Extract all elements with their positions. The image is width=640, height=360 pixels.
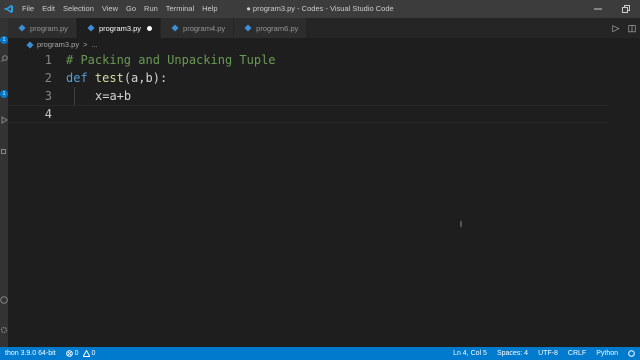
breadcrumb-file[interactable]: program3.py — [37, 40, 79, 49]
status-bar: thon 3.9.0 64-bit 0 0 Ln 4, Col 5 Spaces… — [0, 347, 640, 360]
warning-count: 0 — [91, 350, 96, 357]
problems-indicator[interactable]: 0 0 — [61, 347, 101, 360]
menu-selection[interactable]: Selection — [59, 0, 98, 18]
account-icon[interactable] — [0, 294, 8, 306]
code-editor[interactable]: 1 # Packing and Unpacking Tuple 2 def te… — [8, 51, 640, 347]
tab-program3-py[interactable]: program3.py — [76, 18, 162, 38]
settings-gear-icon[interactable] — [0, 324, 8, 336]
function-name-token: test — [94, 71, 124, 85]
params-token: (a,b): — [123, 71, 168, 85]
code-line: 3 x=a+b — [8, 87, 608, 105]
breadcrumb-separator: > — [83, 40, 88, 49]
editor-actions: ▷ ◫ — [608, 18, 640, 38]
notification-badge: 1 — [0, 36, 8, 44]
python-file-icon — [244, 24, 252, 32]
tab-program6-py[interactable]: program6.py — [234, 18, 308, 38]
status-right: Ln 4, Col 5 Spaces: 4 UTF-8 CRLF Python — [448, 347, 640, 360]
search-icon[interactable] — [0, 52, 8, 64]
minimize-icon[interactable] — [584, 0, 612, 18]
breadcrumb: program3.py > ... — [8, 38, 640, 51]
line-endings[interactable]: CRLF — [563, 347, 591, 360]
vscode-logo-icon — [0, 0, 18, 18]
menu-view[interactable]: View — [98, 0, 122, 18]
menu-run[interactable]: Run — [140, 0, 162, 18]
code-text: def test(a,b): — [66, 71, 167, 85]
menu-help[interactable]: Help — [198, 0, 221, 18]
python-file-icon — [18, 24, 26, 32]
editor-tab-bar: program.py program3.py program4.py progr… — [8, 18, 640, 38]
tab-program-py[interactable]: program.py — [8, 18, 77, 38]
split-editor-icon[interactable]: ◫ — [624, 18, 640, 38]
tab-program4-py[interactable]: program4.py — [161, 18, 235, 38]
source-control-badge: 1 — [0, 90, 8, 98]
cursor-position[interactable]: Ln 4, Col 5 — [448, 347, 492, 360]
encoding[interactable]: UTF-8 — [533, 347, 563, 360]
menu-edit[interactable]: Edit — [38, 0, 59, 18]
window-controls — [584, 0, 640, 18]
run-debug-icon[interactable] — [0, 114, 8, 126]
error-icon — [65, 350, 73, 357]
code-line: 2 def test(a,b): — [8, 69, 608, 87]
feedback-icon[interactable] — [623, 350, 640, 357]
warning-icon — [82, 350, 90, 357]
python-file-icon — [87, 24, 95, 32]
python-file-icon — [171, 24, 179, 32]
tab-label: program4.py — [183, 23, 226, 33]
tab-label: program6.py — [256, 23, 299, 33]
menu-bar: File Edit Selection View Go Run Terminal… — [18, 0, 222, 18]
menu-file[interactable]: File — [18, 0, 38, 18]
extensions-icon[interactable] — [0, 144, 8, 156]
indent-guide — [74, 87, 75, 105]
line-number: 1 — [44, 53, 52, 67]
tab-label: program.py — [30, 23, 68, 33]
line-number: 3 — [44, 89, 52, 103]
code-comment: # Packing and Unpacking Tuple — [66, 53, 276, 67]
python-file-icon — [26, 41, 34, 49]
tab-label: program3.py — [98, 23, 142, 33]
unsaved-dot-icon[interactable] — [147, 25, 153, 31]
activity-bar: 1 1 — [0, 18, 8, 347]
code-line: 1 # Packing and Unpacking Tuple — [8, 51, 608, 69]
keyword-token: def — [66, 71, 88, 85]
python-interpreter[interactable]: thon 3.9.0 64-bit — [0, 347, 61, 360]
menu-go[interactable]: Go — [122, 0, 140, 18]
menu-terminal[interactable]: Terminal — [162, 0, 198, 18]
run-file-icon[interactable]: ▷ — [608, 18, 624, 38]
indentation[interactable]: Spaces: 4 — [492, 347, 533, 360]
title-bar: File Edit Selection View Go Run Terminal… — [0, 0, 640, 18]
language-mode[interactable]: Python — [591, 347, 623, 360]
error-count: 0 — [74, 350, 79, 357]
line-number: 2 — [44, 71, 52, 85]
code-line-current: 4 — [8, 105, 608, 123]
breadcrumb-symbol[interactable]: ... — [92, 40, 98, 49]
code-text: x=a+b — [95, 89, 132, 103]
line-number: 4 — [44, 107, 52, 121]
restore-icon[interactable] — [612, 0, 640, 18]
mouse-cursor-icon — [460, 221, 462, 227]
